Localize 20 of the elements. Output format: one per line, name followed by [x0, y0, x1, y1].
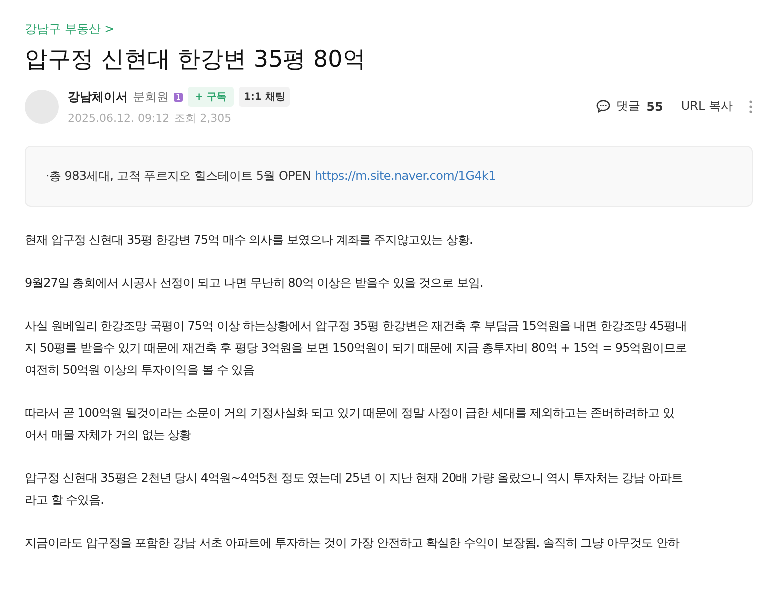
body-paragraph: 현재 압구정 신현대 35평 한강변 75억 매수 의사를 보였으나 계좌를 주지않고있는 상황. — [25, 232, 474, 249]
comments-label[interactable]: 댓글 — [616, 98, 641, 115]
notice-link[interactable]: https://m.site.naver.com/1G4k1 — [315, 169, 496, 183]
copy-url-button[interactable]: URL 복사 — [681, 98, 733, 115]
body-paragraph: 지금이라도 압구정을 포함한 강남 서초 아파트에 투자하는 것이 가장 안전하고 확실한 수익이 보장됨. 솔직히 그냥 아무것도 안하 — [25, 535, 681, 552]
body-paragraph: 사실 원베일리 한강조망 국평이 75억 이상 하는상황에서 압구정 35평 한강변은 재건축 후 부담금 15억원을 내면 한강조망 45평내 지 50평를 받을수 있기 때문에 재건축 후 평당 3억원을 보면 150억원이 되기 때문에 지금 총투자비 80억 + 15억 = 95억원이므로 여전히 50억원 이상의 투자이익을 볼 수 있음 — [25, 318, 688, 379]
body-paragraph: 따라서 곧 100억원 될것이라는 소문이 거의 기정사실화 되고 있기 때문에 정말 사정이 급한 세대를 제외하고는 존버하려하고 있 어서 매물 자체가 거의 없는 상황 — [25, 405, 676, 444]
chat-button[interactable]: 1:1 채팅 — [238, 87, 290, 107]
notice-text: ·총 983세대, 고척 푸르지오 힐스테이트 5월 OPEN — [46, 169, 311, 183]
comment-icon[interactable] — [596, 99, 611, 114]
author-name[interactable]: 강남체이서 — [68, 88, 128, 106]
post-date: 2025.06.12. 09:12 — [68, 112, 170, 125]
member-grade: 분회원 — [133, 88, 169, 106]
body-paragraph: 9월27일 총회에서 시공사 선정이 되고 나면 무난히 80억 이상은 받을수 있을 것으로 보임. — [25, 275, 484, 292]
comments-count[interactable]: 55 — [646, 100, 664, 114]
post-title: 압구정 신현대 한강변 35평 80억 — [25, 46, 367, 75]
body-paragraph: 압구정 신현대 35평은 2천년 당시 4억원~4억5천 정도 였는데 25년 이 지난 현재 20배 가량 올랐으니 역시 투자처는 강남 아파트 라고 할 수있음. — [25, 470, 684, 509]
grade-badge: 1 — [174, 92, 184, 102]
more-icon[interactable] — [749, 100, 753, 114]
view-count: 조회 2,305 — [174, 111, 232, 126]
